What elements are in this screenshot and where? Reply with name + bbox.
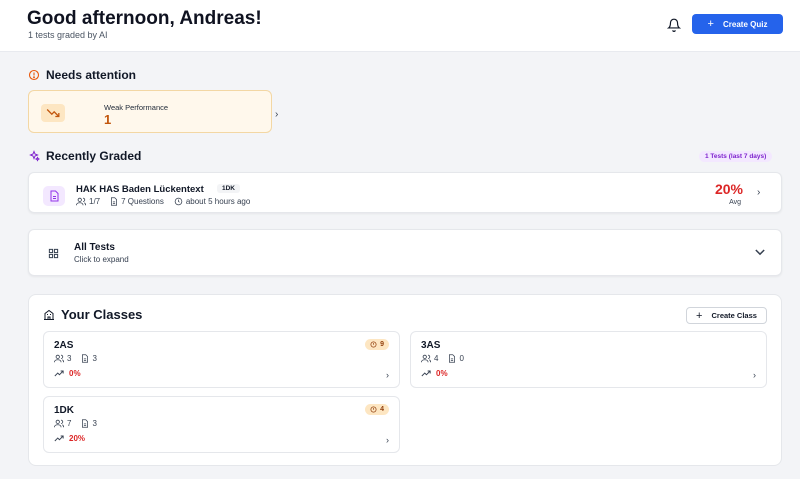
- recently-graded-label: Recently Graded: [46, 149, 142, 163]
- class-name: 1DK: [54, 405, 75, 416]
- all-tests-expander[interactable]: All Tests Click to expand: [28, 229, 782, 276]
- create-quiz-label: Create Quiz: [722, 19, 768, 29]
- create-class-label: Create Class: [711, 311, 757, 320]
- class-alert-badge: 4: [365, 404, 389, 415]
- class-meta: 7 3: [54, 419, 97, 428]
- class-name: 3AS: [421, 340, 441, 351]
- trending-down-icon: [41, 104, 65, 122]
- class-card-2as[interactable]: 2AS 9 3 3 0% ›: [43, 331, 400, 388]
- class-alert-count: 9: [380, 341, 384, 348]
- clock-icon: [174, 197, 183, 206]
- chevron-right-icon: ›: [757, 187, 761, 198]
- class-meta: 4 0: [421, 354, 464, 363]
- users-icon: [54, 354, 64, 363]
- trending-up-icon: [421, 370, 431, 377]
- class-performance-value: 0%: [436, 369, 448, 378]
- plus-icon: +: [707, 17, 714, 30]
- chevron-right-icon: ›: [386, 370, 389, 380]
- class-performance: 0%: [54, 369, 81, 378]
- weak-performance-count: 1: [104, 112, 112, 127]
- class-performance-value: 20%: [69, 434, 86, 443]
- class-name: 2AS: [54, 340, 74, 351]
- users-icon: [54, 419, 64, 428]
- grid-icon: [48, 248, 59, 259]
- all-tests-title: All Tests: [74, 242, 115, 253]
- class-card-3as[interactable]: 3AS 4 0 0% ›: [410, 331, 767, 388]
- tests-count: 0: [459, 354, 464, 363]
- weak-performance-label: Weak Performance: [104, 103, 169, 112]
- your-classes-heading: Your Classes: [43, 307, 142, 322]
- chevron-down-icon: [755, 249, 765, 256]
- create-quiz-button[interactable]: + Create Quiz: [692, 14, 783, 34]
- all-tests-subtitle: Click to expand: [74, 255, 129, 264]
- file-icon: [111, 197, 118, 206]
- chevron-right-icon: ›: [386, 435, 389, 445]
- students-count: 1/7: [89, 197, 101, 206]
- class-tag: 1DK: [217, 184, 241, 193]
- tests-count: 3: [92, 419, 97, 428]
- greeting-title: Good afternoon, Andreas!: [27, 8, 262, 29]
- class-performance: 0%: [421, 369, 448, 378]
- bell-icon[interactable]: [667, 18, 681, 32]
- graded-test-meta: 1/7 7 Questions about 5 hours ago: [76, 197, 250, 206]
- chevron-right-icon: ›: [753, 370, 756, 380]
- trending-up-icon: [54, 370, 64, 377]
- chevron-right-icon: ›: [275, 109, 279, 120]
- page-header: Good afternoon, Andreas! 1 tests graded …: [0, 0, 800, 52]
- document-icon: [43, 186, 65, 206]
- students-count: 4: [434, 354, 439, 363]
- plus-icon: +: [696, 309, 703, 322]
- greeting-subtitle: 1 tests graded by AI: [28, 30, 108, 40]
- class-performance: 20%: [54, 434, 85, 443]
- class-alert-badge: 9: [365, 339, 389, 350]
- file-icon: [82, 419, 89, 428]
- weak-performance-card[interactable]: Weak Performance 1 ›: [28, 90, 278, 133]
- graded-time: about 5 hours ago: [185, 197, 251, 206]
- file-icon: [82, 354, 89, 363]
- questions-count: 7 Questions: [121, 197, 164, 206]
- students-count: 3: [67, 354, 72, 363]
- alert-circle-icon: [370, 341, 377, 348]
- needs-attention-heading: Needs attention: [28, 68, 136, 82]
- needs-attention-label: Needs attention: [46, 68, 137, 82]
- graded-test-name: HAK HAS Baden Lückentext: [76, 184, 204, 195]
- your-classes-label: Your Classes: [61, 307, 143, 322]
- sparkles-icon: [28, 150, 40, 162]
- tests-count-badge: 1 Tests (last 7 days): [699, 151, 773, 162]
- students-count: 7: [67, 419, 72, 428]
- class-performance-value: 0%: [69, 369, 81, 378]
- class-card-1dk[interactable]: 1DK 4 7 3 20% ›: [43, 396, 400, 453]
- class-alert-count: 4: [380, 406, 384, 413]
- tests-count: 3: [92, 354, 97, 363]
- graded-test-row[interactable]: HAK HAS Baden Lückentext 1DK 1/7 7 Quest…: [28, 172, 782, 213]
- alert-circle-icon: [370, 406, 377, 413]
- users-icon: [421, 354, 431, 363]
- trending-up-icon: [54, 435, 64, 442]
- users-icon: [76, 197, 86, 206]
- alert-circle-icon: [28, 69, 40, 81]
- file-icon: [449, 354, 456, 363]
- average-label: Avg: [729, 199, 741, 206]
- average-score: 20%: [714, 181, 743, 197]
- school-icon: [43, 309, 55, 320]
- class-meta: 3 3: [54, 354, 97, 363]
- classes-panel: Your Classes + Create Class 2AS 9 3 3 0%…: [28, 294, 782, 466]
- recently-graded-heading: Recently Graded: [28, 149, 141, 163]
- create-class-button[interactable]: + Create Class: [686, 307, 767, 324]
